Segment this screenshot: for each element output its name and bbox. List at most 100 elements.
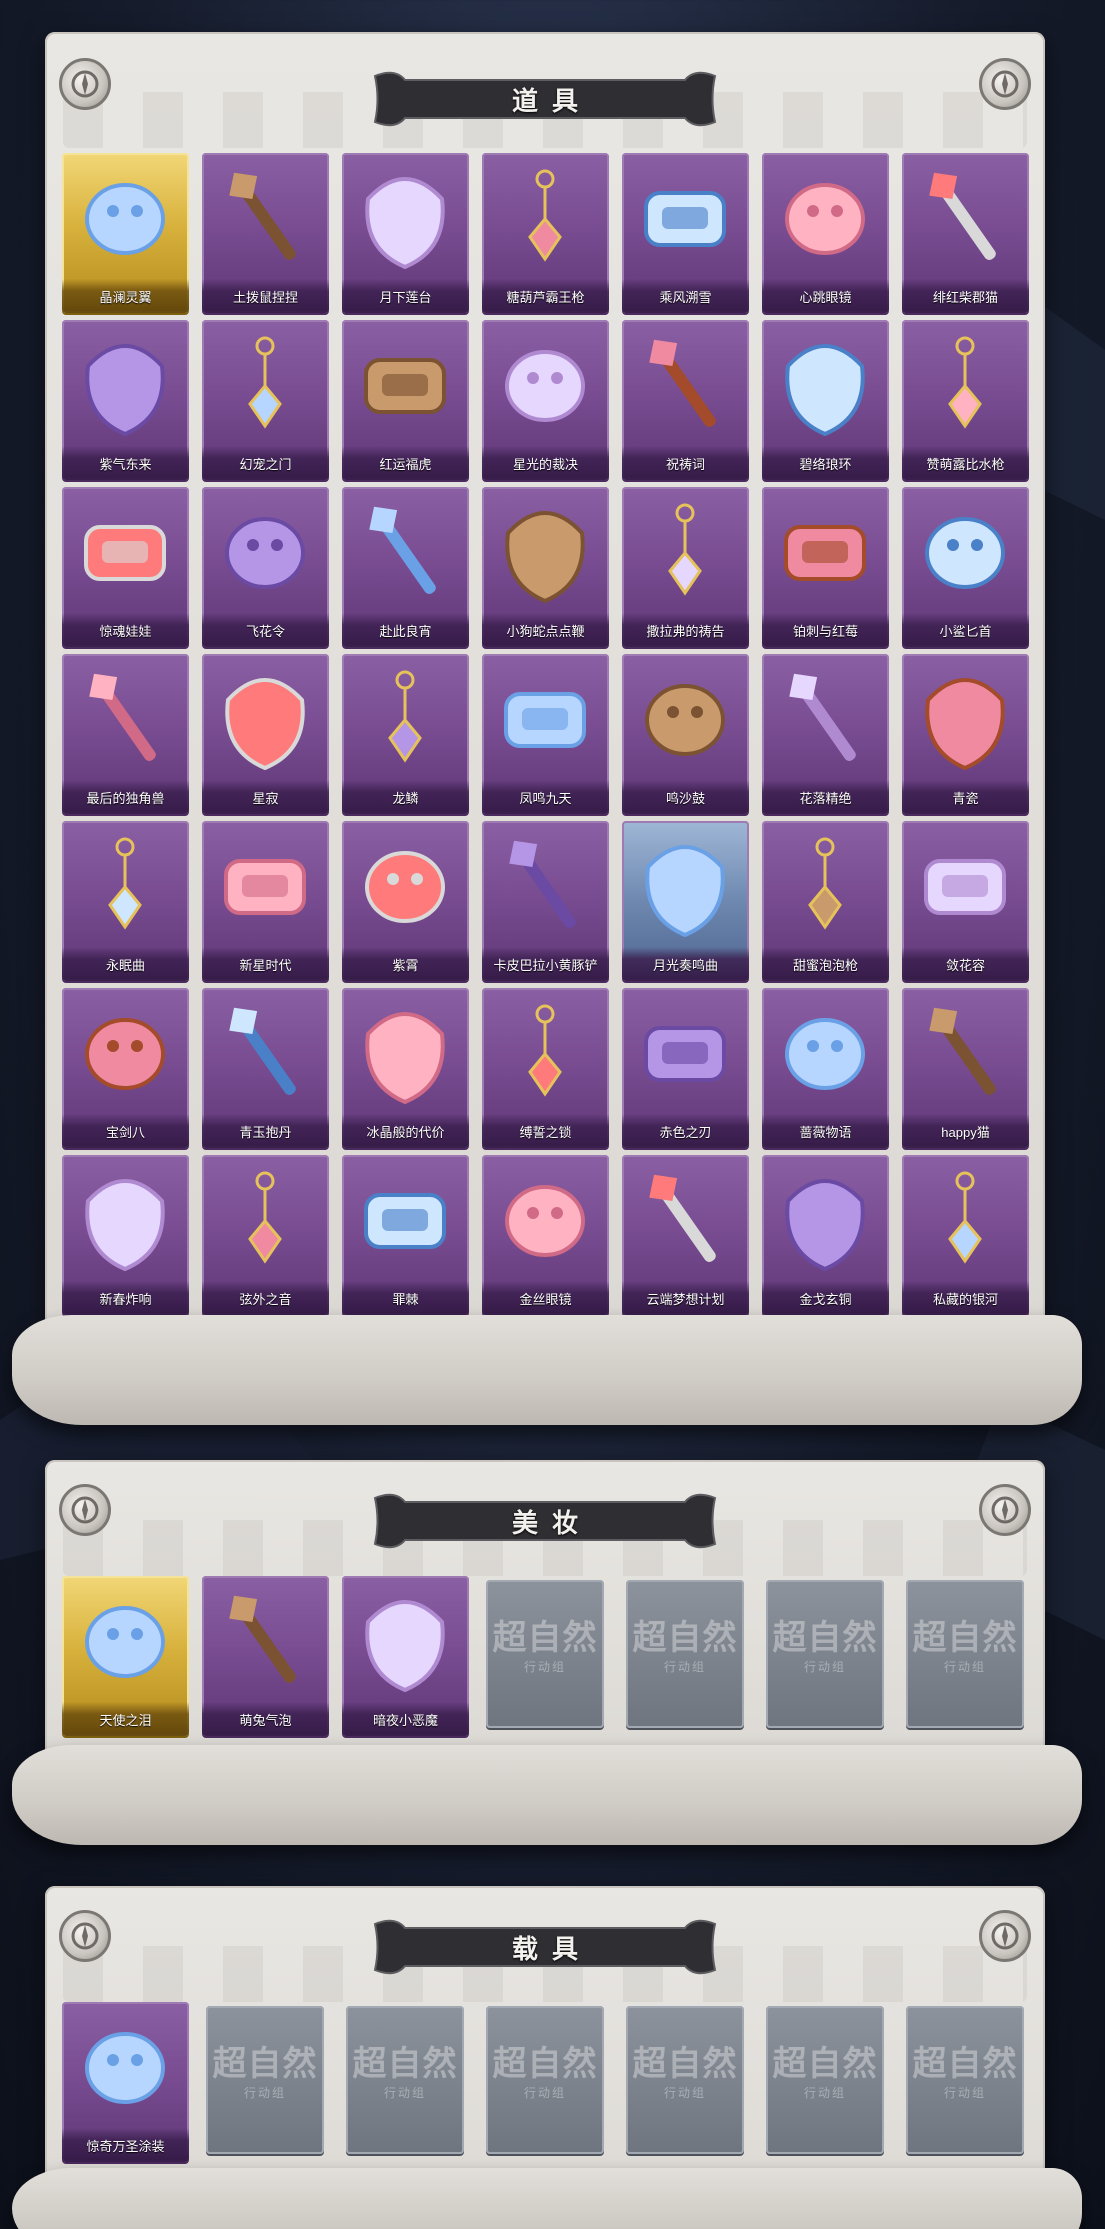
item-card[interactable]: 铂刺与红莓 [762,487,889,647]
item-card[interactable]: 鸣沙鼓 [622,654,749,814]
item-label: 星光的裁决 [512,456,578,472]
revolver-icon [224,859,306,915]
item-label-bar: 惊奇万圣涂装 [62,2128,189,2162]
item-card[interactable]: 敛花容 [902,821,1029,981]
item-card[interactable]: 金戈玄铜 [762,1155,889,1315]
item-card[interactable]: happy猫 [902,988,1029,1148]
compass-icon [71,1922,99,1950]
locked-watermark-sub: 行动组 [383,2086,426,2100]
item-label: 心跳眼镜 [799,289,852,305]
item-card[interactable]: 萌兔气泡 [202,1576,329,1736]
item-card[interactable]: 飞花令 [202,487,329,647]
flower-headpiece-icon [924,859,1006,915]
happy-cat-icon [929,1007,996,1096]
locked-slot: 超自然 行动组 [626,1580,744,1728]
item-card[interactable]: 缚誓之锁 [482,988,609,1148]
item-card[interactable]: 土拨鼠捏捏 [202,153,329,313]
item-card[interactable]: 紫气东来 [62,320,189,480]
gold-flower-necklace-icon [789,673,856,762]
item-card[interactable]: 蔷薇物语 [762,988,889,1148]
item-card[interactable]: 赴此良宵 [342,487,469,647]
item-card[interactable]: 晶澜灵翼 [62,153,189,313]
item-label: 幻宠之门 [239,456,292,472]
item-label-bar: 永眠曲 [62,947,189,981]
item-card[interactable]: 私藏的银河 [902,1155,1029,1315]
item-label: 宝剑八 [105,1124,145,1140]
red-blade-icon [644,1026,726,1082]
item-label: 绯红柴郡猫 [932,289,998,305]
item-card[interactable]: 青瓷 [902,654,1029,814]
skull-doll-icon [84,525,166,581]
item-card[interactable]: 罪棘 [342,1155,469,1315]
locked-watermark: 超自然 [772,2044,878,2084]
locked-watermark: 超自然 [212,2044,318,2084]
item-card[interactable]: 糖葫芦霸王枪 [482,153,609,313]
item-card[interactable]: 金丝眼镜 [482,1155,609,1315]
item-label: 龙鳞 [392,790,419,806]
item-card[interactable]: 小鲨匕首 [902,487,1029,647]
corner-badge-right [979,1910,1031,1962]
item-card[interactable]: 星光的裁决 [482,320,609,480]
item-label: 新春炸响 [99,1291,152,1307]
item-label-bar: 小鲨匕首 [902,613,1029,647]
locked-watermark-sub: 行动组 [243,2086,286,2100]
jade-sword-icon [785,344,865,437]
item-card[interactable]: 弦外之音 [202,1155,329,1315]
item-label-bar: happy猫 [902,1114,1029,1148]
item-card[interactable]: 云端梦想计划 [622,1155,749,1315]
item-card[interactable]: 碧络琅环 [762,320,889,480]
item-card[interactable]: 宝剑八 [62,988,189,1148]
item-card[interactable]: 新星时代 [202,821,329,981]
item-card[interactable]: 惊魂娃娃 [62,487,189,647]
item-card[interactable]: 永眠曲 [62,821,189,981]
folding-fan-icon [369,506,436,595]
item-card[interactable]: 心跳眼镜 [762,153,889,313]
item-label: 紫霄 [392,957,419,973]
item-label: 撒拉弗的祷告 [646,623,725,639]
item-card[interactable]: 惊奇万圣涂装 [62,2002,189,2162]
item-card[interactable]: 冰晶般的代价 [342,988,469,1148]
item-label-bar: 最后的独角兽 [62,780,189,814]
celadon-knife-icon [925,678,1005,771]
item-card[interactable]: 撒拉弗的祷告 [622,487,749,647]
item-label: 青瓷 [952,790,979,806]
item-card[interactable]: 幻宠之门 [202,320,329,480]
cross-necklace-icon [649,339,716,428]
item-label: 紫气东来 [99,456,152,472]
item-card[interactable]: 祝祷词 [622,320,749,480]
item-card[interactable]: 赤色之刃 [622,988,749,1148]
item-label-bar: 新星时代 [202,947,329,981]
item-card[interactable]: 青玉抱丹 [202,988,329,1148]
item-card[interactable]: 卡皮巴拉小黄豚铲 [482,821,609,981]
item-label-bar: 蔷薇物语 [762,1114,889,1148]
compass-icon [71,1496,99,1524]
item-card[interactable]: 新春炸响 [62,1155,189,1315]
item-card[interactable]: 小狗蛇点点鞭 [482,487,609,647]
item-card[interactable]: 红运福虎 [342,320,469,480]
item-card[interactable]: 凤鸣九天 [482,654,609,814]
item-card[interactable]: 月光奏鸣曲 [622,821,749,981]
item-card[interactable]: 绯红柴郡猫 [902,153,1029,313]
bronze-grenade-icon [785,1179,865,1272]
locked-slot: 超自然 行动组 [906,1580,1024,1728]
item-card[interactable]: 暗夜小恶魔 [342,1576,469,1736]
item-label: 乘风溯雪 [659,289,712,305]
locked-watermark: 超自然 [912,2044,1018,2084]
item-label-bar: 碧络琅环 [762,446,889,480]
item-card[interactable]: 花落精绝 [762,654,889,814]
item-label-bar: 金丝眼镜 [482,1281,609,1315]
item-card[interactable]: 甜蜜泡泡枪 [762,821,889,981]
item-card[interactable]: 赞萌露比水枪 [902,320,1029,480]
item-card[interactable]: 紫霄 [342,821,469,981]
item-label-bar: 紫气东来 [62,446,189,480]
item-label-bar: 龙鳞 [342,780,469,814]
item-card[interactable]: 星寂 [202,654,329,814]
item-label-bar: 冰晶般的代价 [342,1114,469,1148]
item-card[interactable]: 最后的独角兽 [62,654,189,814]
item-card[interactable]: 月下莲台 [342,153,469,313]
item-card[interactable]: 天使之泪 [62,1576,189,1736]
item-card[interactable]: 龙鳞 [342,654,469,814]
item-card[interactable]: 乘风溯雪 [622,153,749,313]
item-label-bar: 土拨鼠捏捏 [202,279,329,313]
item-label: 冰晶般的代价 [366,1124,445,1140]
